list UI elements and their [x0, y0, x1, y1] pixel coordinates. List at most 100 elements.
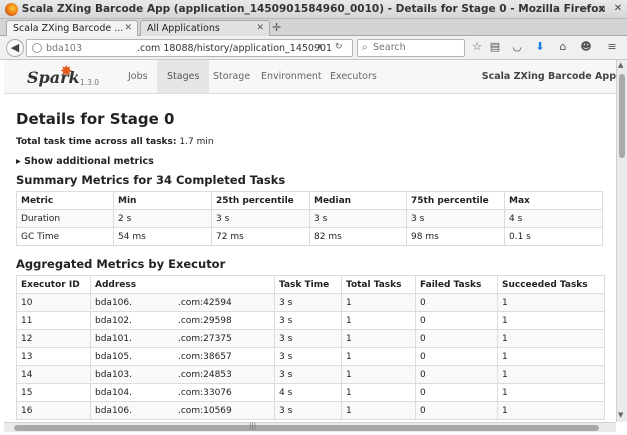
column-header[interactable]: Succeeded Tasks [497, 275, 605, 294]
navigation-toolbar: ◀ bda103 .com 18088/history/application_… [0, 36, 627, 60]
chat-icon[interactable]: ☻ [579, 40, 593, 56]
address-host: bda105. [95, 351, 132, 362]
address-port: .com:24853 [178, 369, 232, 380]
show-additional-metrics-link[interactable]: ▸ Show additional metrics [16, 156, 154, 167]
address-port: .com:29598 [178, 315, 232, 326]
horizontal-scroll-thumb[interactable] [14, 425, 599, 431]
executor-address-cell: bda101. .com:27375 [90, 329, 275, 348]
minimize-icon[interactable]: ‒ [578, 2, 592, 16]
table-cell: 1 [497, 383, 605, 402]
table-row: 14 bda103. .com:24853 3 s101 [16, 365, 605, 384]
table-row: 16 bda106. .com:10569 3 s101 [16, 401, 605, 420]
table-cell: 1 [497, 347, 605, 366]
table-cell: 3 s [274, 293, 342, 312]
total-task-time-value: 1.7 min [179, 137, 214, 147]
total-task-time-label: Total task time across all tasks: [16, 137, 177, 147]
address-host: bda102. [95, 315, 132, 326]
nav-executors[interactable]: Executors [320, 60, 387, 93]
tab-spark-stage[interactable]: Scala ZXing Barcode ... ✕ [6, 20, 138, 36]
maximize-icon[interactable]: ▫ [595, 2, 609, 16]
table-cell: 15 [16, 383, 91, 402]
url-bar[interactable]: bda103 .com 18088/history/application_14… [26, 39, 353, 57]
executor-address-cell: bda105. .com:38657 [90, 347, 275, 366]
scroll-grip-icon: ||| [249, 422, 257, 430]
nav-jobs[interactable]: Jobs [118, 60, 158, 93]
table-cell: 82 ms [309, 227, 407, 246]
column-header[interactable]: Failed Tasks [415, 275, 498, 294]
close-window-icon[interactable]: ✕ [611, 2, 625, 16]
table-cell: GC Time [16, 227, 114, 246]
table-row: 10 bda106. .com:42594 3 s101 [16, 293, 605, 312]
table-header-row: Metric Min 25th percentile Median 75th p… [16, 191, 603, 210]
executor-address-cell: bda104. .com:33076 [90, 383, 275, 402]
table-cell: 16 [16, 401, 91, 420]
vertical-scroll-thumb[interactable] [619, 74, 625, 158]
home-icon[interactable]: ⌂ [556, 40, 570, 56]
table-cell: 1 [341, 293, 416, 312]
horizontal-scrollbar[interactable]: ||| [4, 422, 616, 432]
url-path: .com 18088/history/application_1450901 [137, 43, 333, 54]
address-port: .com:33076 [178, 387, 232, 398]
download-icon[interactable]: ⬇ [533, 40, 547, 56]
close-tab-icon[interactable]: ✕ [256, 23, 264, 33]
executor-address-cell: bda103. .com:24853 [90, 365, 275, 384]
table-cell: 1 [497, 365, 605, 384]
page-title: Details for Stage 0 [16, 110, 175, 128]
table-cell: 0 [415, 383, 498, 402]
table-row: GC Time 54 ms 72 ms 82 ms 98 ms 0.1 s [16, 227, 603, 246]
summary-metrics-heading: Summary Metrics for 34 Completed Tasks [16, 173, 286, 187]
bookmark-star-icon[interactable]: ☆ [470, 40, 484, 56]
new-tab-icon[interactable]: ✛ [272, 21, 281, 34]
show-additional-metrics-label: Show additional metrics [24, 156, 154, 167]
address-host: bda106. [95, 297, 132, 308]
nav-stages[interactable]: Stages [157, 60, 210, 93]
bookmarks-icon[interactable]: ▤ [488, 40, 502, 56]
pocket-icon[interactable]: ◡ [510, 40, 524, 56]
column-header[interactable]: Total Tasks [341, 275, 416, 294]
search-icon: ⌕ [362, 42, 368, 53]
reload-icon[interactable]: ↻ [335, 42, 343, 52]
table-cell: 98 ms [406, 227, 505, 246]
column-header[interactable]: Task Time [274, 275, 342, 294]
column-header[interactable]: Max [504, 191, 603, 210]
column-header[interactable]: Executor ID [16, 275, 91, 294]
vertical-scrollbar[interactable]: ▲ ▼ [616, 60, 627, 422]
table-row: Duration 2 s 3 s 3 s 3 s 4 s [16, 209, 603, 228]
table-cell: 1 [497, 311, 605, 330]
table-cell: 4 s [504, 209, 603, 228]
table-cell: 3 s [274, 401, 342, 420]
address-host: bda106. [95, 405, 132, 416]
table-cell: 3 s [274, 347, 342, 366]
menu-icon[interactable]: ≡ [605, 40, 619, 56]
column-header[interactable]: 75th percentile [406, 191, 505, 210]
column-header[interactable]: Metric [16, 191, 114, 210]
column-header[interactable]: Min [113, 191, 212, 210]
search-input[interactable] [373, 42, 461, 53]
column-header[interactable]: 25th percentile [211, 191, 310, 210]
table-cell: 0 [415, 329, 498, 348]
table-cell: 12 [16, 329, 91, 348]
table-cell: 13 [16, 347, 91, 366]
column-header[interactable]: Median [309, 191, 407, 210]
summary-metrics-table: Metric Min 25th percentile Median 75th p… [16, 191, 603, 246]
close-tab-icon[interactable]: ✕ [124, 23, 132, 33]
search-bar[interactable]: ⌕ [357, 39, 465, 57]
table-cell: 3 s [274, 365, 342, 384]
address-port: .com:10569 [178, 405, 232, 416]
table-cell: 1 [497, 329, 605, 348]
scroll-up-icon[interactable]: ▲ [618, 61, 623, 69]
table-cell: 3 s [211, 209, 310, 228]
table-row: 11 bda102. .com:29598 3 s101 [16, 311, 605, 330]
column-header[interactable]: Address [90, 275, 275, 294]
table-cell: 72 ms [211, 227, 310, 246]
tab-all-applications[interactable]: All Applications ✕ [140, 20, 270, 36]
back-button[interactable]: ◀ [6, 39, 24, 57]
window-titlebar: Scala ZXing Barcode App (application_145… [0, 0, 627, 19]
dropdown-icon[interactable]: ▾ [318, 42, 323, 52]
address-port: .com:27375 [178, 333, 232, 344]
table-cell: 1 [497, 293, 605, 312]
scroll-down-icon[interactable]: ▼ [618, 411, 623, 419]
address-host: bda101. [95, 333, 132, 344]
table-cell: 1 [341, 365, 416, 384]
table-cell: 3 s [406, 209, 505, 228]
